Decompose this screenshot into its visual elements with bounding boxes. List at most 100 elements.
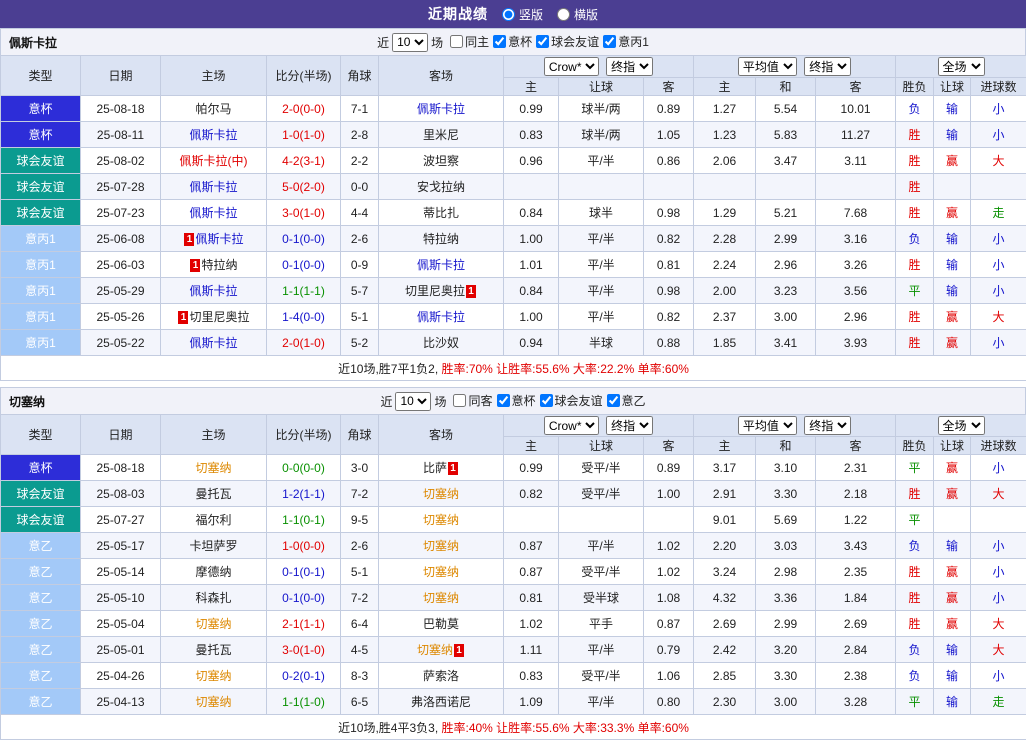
team-link[interactable]: 科森扎 [195,591,231,605]
home-team-cell[interactable]: 福尔利 [161,507,267,533]
home-team-cell[interactable]: 卡坦萨罗 [161,533,267,559]
final-europe-select[interactable]: 终指 [804,416,851,435]
fulltime-select[interactable]: 全场 [938,57,985,76]
score-cell[interactable]: 1-1(1-1) [267,278,341,304]
away-team-cell[interactable]: 切里尼奥拉1 [379,278,504,304]
away-team-cell[interactable]: 里米尼 [379,122,504,148]
team-link[interactable]: 切塞纳 [423,539,459,553]
team-link[interactable]: 波坦察 [423,154,459,168]
team-link[interactable]: 切塞纳 [195,461,231,475]
filter-option-2[interactable]: 球会友谊 [536,33,599,50]
team-link[interactable]: 巴勒莫 [423,617,459,631]
home-team-cell[interactable]: 佩斯卡拉 [161,200,267,226]
team-link[interactable]: 弗洛西诺尼 [411,695,471,709]
team-link[interactable]: 比萨 [423,461,447,475]
team-link[interactable]: 佩斯卡拉 [189,206,237,220]
team-link[interactable]: 切塞纳 [195,669,231,683]
score-cell[interactable]: 0-1(0-0) [267,585,341,611]
fulltime-select[interactable]: 全场 [938,416,985,435]
filter-option-1[interactable]: 意杯 [497,392,536,409]
team-link[interactable]: 切塞纳 [423,591,459,605]
home-team-cell[interactable]: 佩斯卡拉(中) [161,148,267,174]
vertical-radio[interactable] [502,8,515,21]
score-cell[interactable]: 2-1(1-1) [267,611,341,637]
average-odds-select[interactable]: 平均值 [738,57,797,76]
away-team-cell[interactable]: 特拉纳 [379,226,504,252]
team-link[interactable]: 安戈拉纳 [417,180,465,194]
filter-option-0[interactable]: 同主 [450,33,489,50]
away-team-cell[interactable]: 比萨1 [379,455,504,481]
away-team-cell[interactable]: 安戈拉纳 [379,174,504,200]
away-team-cell[interactable]: 蒂比扎 [379,200,504,226]
home-team-cell[interactable]: 帕尔马 [161,96,267,122]
team-link[interactable]: 里米尼 [423,128,459,142]
home-team-cell[interactable]: 1特拉纳 [161,252,267,278]
final-odds-select[interactable]: 终指 [606,416,653,435]
filter-checkbox[interactable] [540,394,553,407]
score-cell[interactable]: 1-1(0-1) [267,507,341,533]
view-option-horizontal[interactable]: 横版 [557,6,598,23]
team-link[interactable]: 切塞纳 [195,695,231,709]
score-cell[interactable]: 5-0(2-0) [267,174,341,200]
score-cell[interactable]: 0-1(0-1) [267,559,341,585]
away-team-cell[interactable]: 萨索洛 [379,663,504,689]
away-team-cell[interactable]: 比沙奴 [379,330,504,356]
score-cell[interactable]: 1-2(1-1) [267,481,341,507]
away-team-cell[interactable]: 巴勒莫 [379,611,504,637]
bookmaker-select[interactable]: Crow* [544,57,599,76]
filter-option-2[interactable]: 球会友谊 [540,392,603,409]
home-team-cell[interactable]: 曼托瓦 [161,637,267,663]
team-link[interactable]: 福尔利 [195,513,231,527]
away-team-cell[interactable]: 佩斯卡拉 [379,96,504,122]
filter-option-3[interactable]: 意乙 [607,392,646,409]
home-team-cell[interactable]: 1切里尼奥拉 [161,304,267,330]
team-link[interactable]: 切塞纳 [195,617,231,631]
away-team-cell[interactable]: 波坦察 [379,148,504,174]
home-team-cell[interactable]: 佩斯卡拉 [161,330,267,356]
team-link[interactable]: 切里尼奥拉 [189,310,249,324]
score-cell[interactable]: 0-0(0-0) [267,455,341,481]
home-team-cell[interactable]: 切塞纳 [161,663,267,689]
team-link[interactable]: 摩德纳 [195,565,231,579]
score-cell[interactable]: 3-0(1-0) [267,200,341,226]
team-link[interactable]: 佩斯卡拉 [417,310,465,324]
home-team-cell[interactable]: 科森扎 [161,585,267,611]
away-team-cell[interactable]: 弗洛西诺尼 [379,689,504,715]
horizontal-radio[interactable] [557,8,570,21]
team-link[interactable]: 特拉纳 [423,232,459,246]
filter-checkbox[interactable] [497,394,510,407]
score-cell[interactable]: 1-4(0-0) [267,304,341,330]
filter-option-3[interactable]: 意丙1 [603,33,649,50]
team-link[interactable]: 切里尼奥拉 [405,284,465,298]
team-link[interactable]: 佩斯卡拉 [417,102,465,116]
home-team-cell[interactable]: 佩斯卡拉 [161,122,267,148]
score-cell[interactable]: 1-0(0-0) [267,533,341,559]
team-link[interactable]: 特拉纳 [201,258,237,272]
away-team-cell[interactable]: 切塞纳 [379,559,504,585]
score-cell[interactable]: 2-0(1-0) [267,330,341,356]
away-team-cell[interactable]: 佩斯卡拉 [379,304,504,330]
home-team-cell[interactable]: 佩斯卡拉 [161,278,267,304]
filter-checkbox[interactable] [493,35,506,48]
filter-checkbox[interactable] [450,35,463,48]
home-team-cell[interactable]: 1佩斯卡拉 [161,226,267,252]
team-link[interactable]: 佩斯卡拉 [195,232,243,246]
team-link[interactable]: 佩斯卡拉 [189,180,237,194]
final-europe-select[interactable]: 终指 [804,57,851,76]
filter-checkbox[interactable] [603,35,616,48]
team-link[interactable]: 佩斯卡拉 [417,258,465,272]
score-cell[interactable]: 1-0(1-0) [267,122,341,148]
team-link[interactable]: 佩斯卡拉 [189,284,237,298]
filter-option-0[interactable]: 同客 [453,392,492,409]
match-count-select[interactable]: 10 [392,33,428,52]
average-odds-select[interactable]: 平均值 [738,416,797,435]
home-team-cell[interactable]: 切塞纳 [161,611,267,637]
away-team-cell[interactable]: 切塞纳 [379,533,504,559]
score-cell[interactable]: 4-2(3-1) [267,148,341,174]
score-cell[interactable]: 3-0(1-0) [267,637,341,663]
home-team-cell[interactable]: 切塞纳 [161,689,267,715]
team-link[interactable]: 切塞纳 [423,487,459,501]
filter-checkbox[interactable] [536,35,549,48]
team-link[interactable]: 曼托瓦 [195,643,231,657]
away-team-cell[interactable]: 切塞纳1 [379,637,504,663]
